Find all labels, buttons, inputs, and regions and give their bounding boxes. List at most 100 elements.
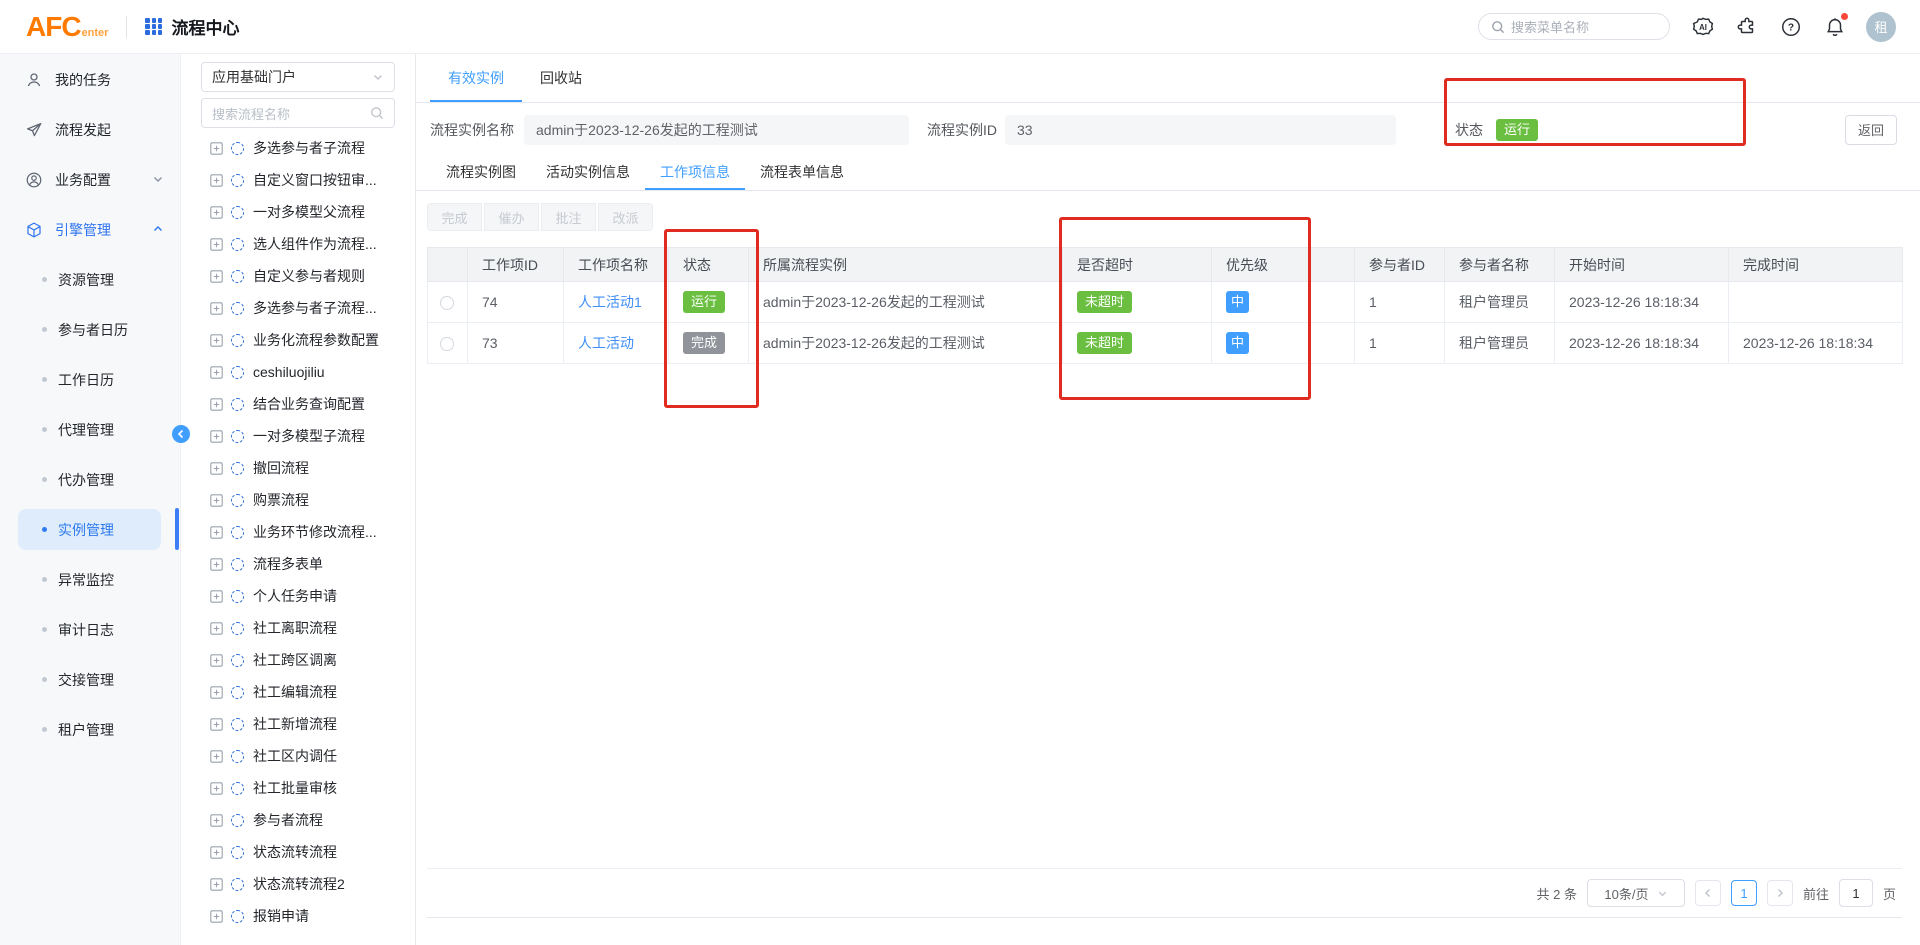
sidebar-item-2[interactable]: 业务配置 xyxy=(0,159,180,200)
primary-tab-0[interactable]: 有效实例 xyxy=(430,54,522,102)
tree-item-6[interactable]: 业务化流程参数配置 xyxy=(201,324,395,356)
sidebar-subitem-8[interactable]: 交接管理 xyxy=(18,659,161,700)
expand-plus-icon[interactable] xyxy=(210,718,223,731)
tree-item-24[interactable]: 报销申请 xyxy=(201,900,395,932)
panel-collapse-button[interactable] xyxy=(172,425,190,443)
tree-item-17[interactable]: 社工编辑流程 xyxy=(201,676,395,708)
expand-plus-icon[interactable] xyxy=(210,686,223,699)
tree-item-20[interactable]: 社工批量审核 xyxy=(201,772,395,804)
expand-plus-icon[interactable] xyxy=(210,654,223,667)
row-radio[interactable] xyxy=(440,296,454,310)
secondary-tab-0[interactable]: 流程实例图 xyxy=(431,156,531,190)
row-radio[interactable] xyxy=(440,337,454,351)
expand-plus-icon[interactable] xyxy=(210,526,223,539)
instance-name-field[interactable]: admin于2023-12-26发起的工程测试 xyxy=(524,115,909,145)
expand-plus-icon[interactable] xyxy=(210,174,223,187)
expand-plus-icon[interactable] xyxy=(210,430,223,443)
tree-item-10[interactable]: 撤回流程 xyxy=(201,452,395,484)
sidebar-item-1[interactable]: 流程发起 xyxy=(0,109,180,150)
workitem-link[interactable]: 人工活动1 xyxy=(578,294,642,310)
tree-item-14[interactable]: 个人任务申请 xyxy=(201,580,395,612)
toolbar-button-3[interactable]: 改派 xyxy=(598,203,653,231)
tree-item-18[interactable]: 社工新增流程 xyxy=(201,708,395,740)
header-right: 搜索菜单名称 AI ? xyxy=(1478,12,1896,42)
expand-plus-icon[interactable] xyxy=(210,398,223,411)
sidebar-subitem-5[interactable]: 实例管理 xyxy=(18,509,161,550)
expand-plus-icon[interactable] xyxy=(210,782,223,795)
expand-plus-icon[interactable] xyxy=(210,302,223,315)
tree-item-15[interactable]: 社工离职流程 xyxy=(201,612,395,644)
sidebar-subitem-6[interactable]: 异常监控 xyxy=(18,559,161,600)
sidebar-subitem-1[interactable]: 参与者日历 xyxy=(18,309,161,350)
help-icon[interactable]: ? xyxy=(1780,16,1802,38)
sidebar-subitem-3[interactable]: 代理管理 xyxy=(18,409,161,450)
expand-plus-icon[interactable] xyxy=(210,494,223,507)
apps-grid-icon[interactable] xyxy=(145,18,162,35)
expand-plus-icon[interactable] xyxy=(210,334,223,347)
expand-plus-icon[interactable] xyxy=(210,270,223,283)
expand-plus-icon[interactable] xyxy=(210,206,223,219)
tree-item-0[interactable]: 多选参与者子流程 xyxy=(201,132,395,164)
expand-plus-icon[interactable] xyxy=(210,846,223,859)
instance-id-field[interactable]: 33 xyxy=(1005,115,1396,145)
ai-badge-icon[interactable]: AI xyxy=(1692,16,1714,38)
afcenter-logo[interactable]: AFC enter xyxy=(26,11,108,43)
expand-plus-icon[interactable] xyxy=(210,590,223,603)
tree-item-1[interactable]: 自定义窗口按钮审... xyxy=(201,164,395,196)
next-page-button[interactable] xyxy=(1767,880,1793,906)
tree-item-13[interactable]: 流程多表单 xyxy=(201,548,395,580)
toolbar-button-2[interactable]: 批注 xyxy=(541,203,596,231)
secondary-tab-1[interactable]: 活动实例信息 xyxy=(531,156,645,190)
tree-item-3[interactable]: 选人组件作为流程... xyxy=(201,228,395,260)
expand-plus-icon[interactable] xyxy=(210,366,223,379)
portal-select[interactable]: 应用基础门户 xyxy=(201,62,395,92)
tree-item-19[interactable]: 社工区内调任 xyxy=(201,740,395,772)
workitem-link[interactable]: 人工活动 xyxy=(578,335,634,351)
tree-item-11[interactable]: 购票流程 xyxy=(201,484,395,516)
sidebar-subitem-4[interactable]: 代办管理 xyxy=(18,459,161,500)
secondary-tab-2[interactable]: 工作项信息 xyxy=(645,156,745,190)
sidebar-subitem-9[interactable]: 租户管理 xyxy=(18,709,161,750)
sidebar-subitem-2[interactable]: 工作日历 xyxy=(18,359,161,400)
tree-item-2[interactable]: 一对多模型父流程 xyxy=(201,196,395,228)
back-button[interactable]: 返回 xyxy=(1845,115,1897,145)
primary-tab-1[interactable]: 回收站 xyxy=(522,54,600,102)
sidebar-item-0[interactable]: 我的任务 xyxy=(0,59,180,100)
toolbar-button-1[interactable]: 催办 xyxy=(484,203,539,231)
tree-item-8[interactable]: 结合业务查询配置 xyxy=(201,388,395,420)
tree-item-5[interactable]: 多选参与者子流程... xyxy=(201,292,395,324)
process-cycle-icon xyxy=(231,494,244,507)
expand-plus-icon[interactable] xyxy=(210,462,223,475)
tree-item-7[interactable]: ceshiluojiliu xyxy=(201,356,395,388)
process-search-input[interactable]: 搜索流程名称 xyxy=(201,98,395,128)
menu-search-input[interactable]: 搜索菜单名称 xyxy=(1478,13,1670,40)
expand-plus-icon[interactable] xyxy=(210,558,223,571)
sidebar-subitem-0[interactable]: 资源管理 xyxy=(18,259,161,300)
bell-icon[interactable] xyxy=(1824,16,1846,38)
sidebar-scrollbar-thumb[interactable] xyxy=(175,508,179,550)
avatar[interactable]: 租 xyxy=(1866,12,1896,42)
tree-item-22[interactable]: 状态流转流程 xyxy=(201,836,395,868)
expand-plus-icon[interactable] xyxy=(210,910,223,923)
plugin-icon[interactable] xyxy=(1736,16,1758,38)
sidebar-item-3[interactable]: 引擎管理 xyxy=(0,209,180,250)
expand-plus-icon[interactable] xyxy=(210,142,223,155)
toolbar-button-0[interactable]: 完成 xyxy=(427,203,482,231)
goto-page-input[interactable] xyxy=(1839,879,1873,907)
expand-plus-icon[interactable] xyxy=(210,238,223,251)
expand-plus-icon[interactable] xyxy=(210,878,223,891)
expand-plus-icon[interactable] xyxy=(210,750,223,763)
page-number-1[interactable]: 1 xyxy=(1731,880,1757,906)
prev-page-button[interactable] xyxy=(1695,880,1721,906)
secondary-tab-3[interactable]: 流程表单信息 xyxy=(745,156,859,190)
sidebar-subitem-7[interactable]: 审计日志 xyxy=(18,609,161,650)
page-size-select[interactable]: 10条/页 xyxy=(1587,879,1685,907)
expand-plus-icon[interactable] xyxy=(210,622,223,635)
tree-item-21[interactable]: 参与者流程 xyxy=(201,804,395,836)
tree-item-12[interactable]: 业务环节修改流程... xyxy=(201,516,395,548)
tree-item-23[interactable]: 状态流转流程2 xyxy=(201,868,395,900)
tree-item-16[interactable]: 社工跨区调离 xyxy=(201,644,395,676)
expand-plus-icon[interactable] xyxy=(210,814,223,827)
tree-item-9[interactable]: 一对多模型子流程 xyxy=(201,420,395,452)
tree-item-4[interactable]: 自定义参与者规则 xyxy=(201,260,395,292)
